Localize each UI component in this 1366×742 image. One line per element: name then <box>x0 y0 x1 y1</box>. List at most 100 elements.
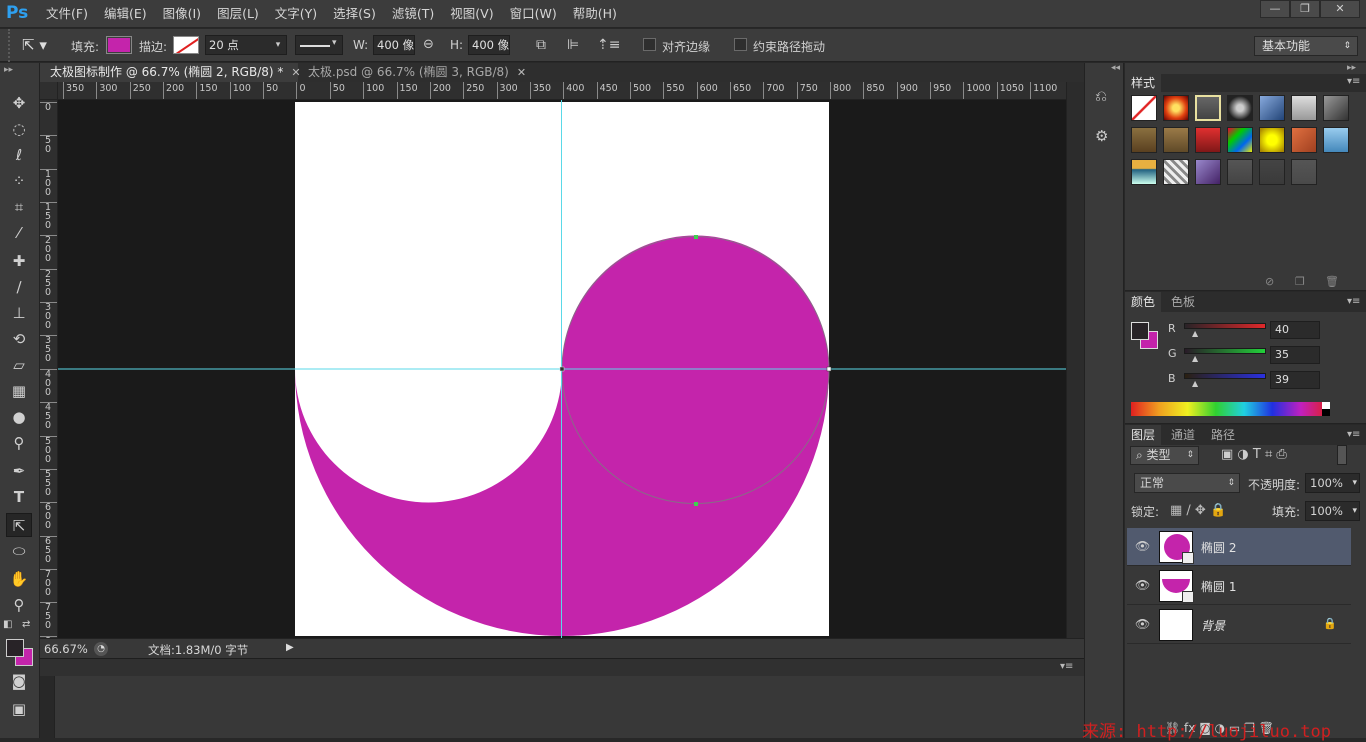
delete-style-icon[interactable]: 🗑 <box>1325 275 1339 288</box>
close-tab-2-icon[interactable]: ✕ <box>517 66 526 79</box>
visibility-eye-icon[interactable]: 👁 <box>1135 617 1150 631</box>
visibility-eye-icon[interactable]: 👁 <box>1135 578 1150 592</box>
stroke-width-dropdown-icon[interactable]: ▾ <box>270 36 286 54</box>
style-swatch[interactable] <box>1291 159 1317 185</box>
vertical-ruler[interactable]: 0501001502002503003504004505005506006507… <box>40 100 58 638</box>
red-value[interactable]: 40 <box>1270 321 1320 339</box>
quick-mask-icon[interactable]: ◙ <box>6 669 32 693</box>
style-swatch[interactable] <box>1163 159 1189 185</box>
style-swatch[interactable] <box>1195 95 1221 121</box>
tab-channels[interactable]: 通道 <box>1165 425 1201 445</box>
link-icon[interactable]: ⊖ <box>423 36 441 54</box>
layers-menu-icon[interactable]: ▾≡ <box>1347 429 1360 440</box>
healing-brush-tool-icon[interactable]: ✚ <box>6 249 32 273</box>
anchor-point-right[interactable] <box>826 366 832 372</box>
layer-row-ellipse-1[interactable]: 👁 椭圆 1 <box>1127 567 1351 605</box>
marquee-tool-icon[interactable]: ◌ <box>6 117 32 141</box>
panels-collapse-icon[interactable]: ▸▸ <box>1347 63 1356 73</box>
status-info-icon[interactable]: ◔ <box>94 642 108 656</box>
properties-panel-icon[interactable]: ⚙ <box>1095 127 1108 145</box>
color-spectrum-bar[interactable] <box>1131 402 1329 416</box>
pen-tool-icon[interactable]: ✒ <box>6 459 32 483</box>
zoom-tool-icon[interactable]: ⚲ <box>6 593 32 617</box>
stroke-type-select[interactable]: ▾ <box>295 35 343 55</box>
toolbar-collapse-icon[interactable]: ▸▸ <box>4 65 13 75</box>
fill-opacity-field[interactable]: 100% ▾ <box>1305 501 1360 521</box>
layer-name[interactable]: 椭圆 1 <box>1201 578 1236 595</box>
menu-layer[interactable]: 图层(L) <box>217 0 259 28</box>
type-tool-icon[interactable]: T <box>6 485 32 509</box>
foreground-color-swatch[interactable] <box>6 639 24 657</box>
style-swatch[interactable] <box>1259 159 1285 185</box>
layer-row-ellipse-2[interactable]: 👁 椭圆 2 <box>1127 528 1351 566</box>
eyedropper-tool-icon[interactable]: ⁄ <box>6 221 32 245</box>
tab-styles[interactable]: 样式 <box>1125 74 1162 92</box>
stamp-tool-icon[interactable]: ⊥ <box>6 301 32 325</box>
style-swatch[interactable] <box>1259 95 1285 121</box>
layer-name[interactable]: 椭圆 2 <box>1201 539 1236 556</box>
tab-paths[interactable]: 路径 <box>1205 425 1241 445</box>
iconcol-collapse-icon[interactable]: ◂◂ <box>1111 63 1120 73</box>
anchor-point-top[interactable] <box>694 235 698 239</box>
style-swatch[interactable] <box>1227 95 1253 121</box>
filter-toggle-switch[interactable] <box>1337 445 1347 465</box>
ruler-origin[interactable] <box>40 82 58 100</box>
style-swatch[interactable] <box>1131 95 1157 121</box>
blur-tool-icon[interactable]: ● <box>6 405 32 429</box>
lock-options-icons[interactable]: ▦ ∕ ✥ 🔒 <box>1170 503 1226 518</box>
tab-document-1[interactable]: 太极图标制作 @ 66.7% (椭圆 2, RGB/8) * ✕ <box>40 63 301 82</box>
blue-value[interactable]: 39 <box>1270 371 1320 389</box>
layer-name[interactable]: 背景 <box>1201 617 1225 634</box>
menu-filter[interactable]: 滤镜(T) <box>392 0 434 28</box>
history-panel-icon[interactable]: ⎌ <box>1095 87 1107 105</box>
align-edges-checkbox[interactable] <box>643 38 656 51</box>
style-swatch[interactable] <box>1323 95 1349 121</box>
style-swatch[interactable] <box>1291 95 1317 121</box>
menu-image[interactable]: 图像(I) <box>163 0 201 28</box>
style-swatch[interactable] <box>1131 127 1157 153</box>
dodge-tool-icon[interactable]: ⚲ <box>6 431 32 455</box>
menu-edit[interactable]: 编辑(E) <box>104 0 147 28</box>
menu-view[interactable]: 视图(V) <box>450 0 493 28</box>
tab-swatches[interactable]: 色板 <box>1165 292 1201 312</box>
fill-swatch[interactable] <box>106 36 132 54</box>
layer-filter-icons[interactable]: ▣ ◑ T ⌗ ⎙ <box>1221 447 1287 462</box>
color-menu-icon[interactable]: ▾≡ <box>1347 296 1360 307</box>
minimize-button[interactable]: — <box>1260 0 1290 18</box>
swap-colors-icon[interactable]: ⇄ <box>22 619 30 630</box>
menu-help[interactable]: 帮助(H) <box>573 0 617 28</box>
menu-type[interactable]: 文字(Y) <box>275 0 317 28</box>
brush-tool-icon[interactable]: ∕ <box>6 275 32 299</box>
style-swatch[interactable] <box>1291 127 1317 153</box>
anchor-point-left[interactable] <box>559 366 565 372</box>
eraser-tool-icon[interactable]: ▱ <box>6 353 32 377</box>
layer-row-background[interactable]: 👁 背景 🔒 <box>1127 606 1351 644</box>
style-swatch[interactable] <box>1163 95 1189 121</box>
style-swatch[interactable] <box>1259 127 1285 153</box>
workspace-select[interactable]: 基本功能 ⇕ <box>1254 36 1358 56</box>
blue-slider-thumb[interactable]: ▲ <box>1192 379 1198 388</box>
menu-window[interactable]: 窗口(W) <box>510 0 557 28</box>
move-tool-icon[interactable]: ✥ <box>6 91 32 115</box>
opacity-field[interactable]: 100% ▾ <box>1305 473 1360 493</box>
canvas-area[interactable] <box>58 100 1066 638</box>
path-operations-icon[interactable]: ⧉ <box>536 36 554 54</box>
timeline-menu-icon[interactable]: ▾≡ <box>1060 661 1073 672</box>
blend-mode-select[interactable]: 正常 ⇕ <box>1134 473 1240 493</box>
zoom-level[interactable]: 66.67% <box>44 642 88 656</box>
style-swatch[interactable] <box>1163 127 1189 153</box>
constrain-path-checkbox[interactable] <box>734 38 747 51</box>
close-window-button[interactable]: ✕ <box>1320 0 1360 18</box>
color-foreground-swatch[interactable] <box>1131 322 1149 340</box>
new-style-icon[interactable]: ❐ <box>1295 275 1305 288</box>
quick-select-tool-icon[interactable]: ⁘ <box>6 169 32 193</box>
path-alignment-icon[interactable]: ⊫ <box>567 36 585 54</box>
styles-menu-icon[interactable]: ▾≡ <box>1347 76 1360 87</box>
style-swatch[interactable] <box>1195 159 1221 185</box>
style-swatch[interactable] <box>1195 127 1221 153</box>
visibility-eye-icon[interactable]: 👁 <box>1135 539 1150 553</box>
status-menu-arrow-icon[interactable]: ▶ <box>286 642 294 653</box>
spectrum-white-chip[interactable] <box>1322 402 1330 409</box>
history-brush-tool-icon[interactable]: ⟲ <box>6 327 32 351</box>
stroke-swatch-none-icon[interactable] <box>173 36 199 54</box>
